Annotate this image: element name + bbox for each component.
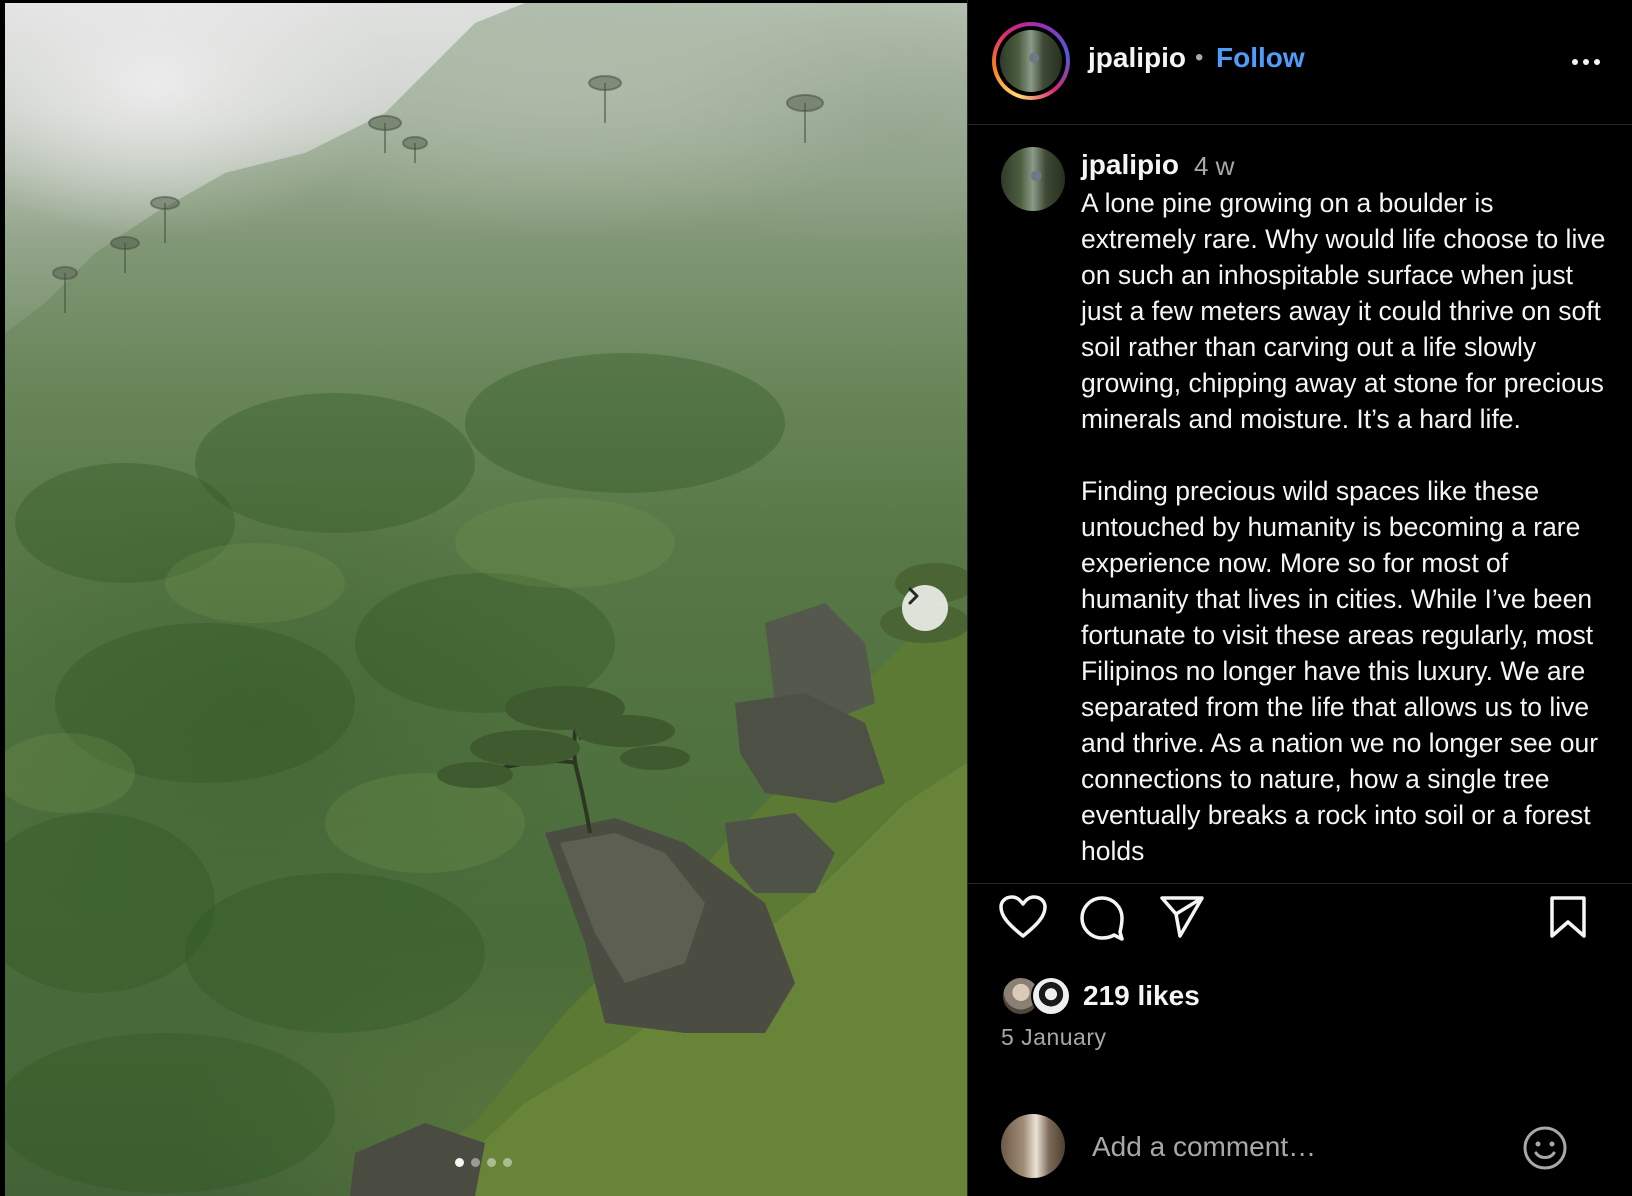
smiley-icon[interactable] — [1521, 1124, 1569, 1172]
post-header: jpalipio • Follow — [968, 0, 1632, 125]
post-date[interactable]: 5 January — [1001, 1024, 1107, 1051]
carousel-next-button[interactable] — [902, 585, 948, 631]
heart-icon[interactable] — [998, 894, 1048, 940]
caption-text: A lone pine growing on a boulder is extr… — [1081, 188, 1606, 866]
caption-section: jpalipio 4 w A lone pine growing on a bo… — [968, 125, 1632, 883]
more-horizontal-icon — [1572, 59, 1578, 65]
carousel-dot — [471, 1158, 480, 1167]
header-separator: • — [1195, 44, 1204, 71]
caption-avatar[interactable] — [1001, 147, 1065, 211]
carousel-dot — [503, 1158, 512, 1167]
header-username[interactable]: jpalipio — [1088, 42, 1186, 74]
story-ring[interactable] — [992, 22, 1070, 100]
carousel-indicator — [455, 1158, 512, 1167]
carousel-dot-active — [455, 1158, 464, 1167]
comment-icon[interactable] — [1078, 894, 1126, 942]
caption-username[interactable]: jpalipio — [1081, 149, 1179, 181]
action-section: 219 likes 5 January — [968, 884, 1632, 1196]
chevron-right-icon — [908, 587, 919, 605]
current-user-avatar — [1001, 1114, 1065, 1178]
landscape-illustration — [5, 3, 967, 1196]
likes-row: 219 likes — [1001, 976, 1200, 1016]
bookmark-icon[interactable] — [1548, 894, 1588, 940]
send-icon[interactable] — [1158, 894, 1206, 940]
liker-avatar[interactable] — [1031, 976, 1071, 1016]
carousel-dot — [487, 1158, 496, 1167]
comment-input[interactable] — [1090, 1124, 1534, 1170]
more-options-button[interactable] — [1566, 44, 1606, 80]
follow-button[interactable]: Follow — [1216, 42, 1305, 74]
caption-timestamp[interactable]: 4 w — [1194, 151, 1234, 182]
post-photo[interactable] — [5, 3, 967, 1196]
avatar — [1000, 30, 1062, 92]
likes-count[interactable]: 219 likes — [1083, 980, 1200, 1012]
